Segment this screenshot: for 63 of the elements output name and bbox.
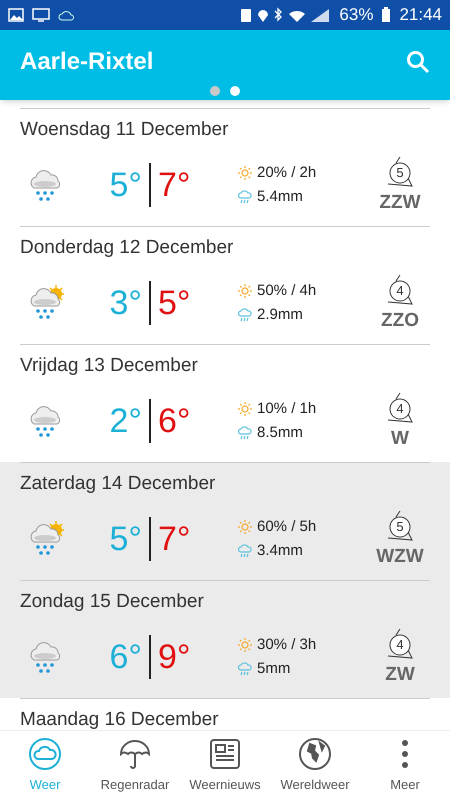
sun-icon bbox=[238, 520, 252, 534]
sun-icon bbox=[238, 402, 252, 416]
rain-icon bbox=[238, 190, 252, 204]
precipitation-text: 5.4mm bbox=[257, 187, 303, 207]
wind-direction: W bbox=[391, 428, 409, 450]
newspaper-icon bbox=[208, 736, 242, 771]
nav-tab[interactable]: Regenradar bbox=[90, 736, 180, 794]
sunshine-text: 60% / 5h bbox=[257, 516, 316, 536]
search-icon[interactable] bbox=[406, 50, 430, 74]
bluetooth-icon bbox=[274, 7, 282, 22]
location-title: Aarle-Rixtel bbox=[20, 47, 154, 77]
max-temperature: 7° bbox=[158, 518, 191, 560]
location-icon bbox=[258, 10, 268, 22]
wind-direction: ZW bbox=[385, 664, 415, 686]
day-date: Donderdag 12 December bbox=[20, 236, 234, 260]
image-icon bbox=[8, 8, 24, 22]
min-temperature: 3° bbox=[108, 282, 142, 324]
precipitation-text: 3.4mm bbox=[257, 541, 303, 561]
sunshine-text: 20% / 2h bbox=[257, 162, 316, 182]
max-temperature: 6° bbox=[158, 400, 191, 442]
battery-saver-icon bbox=[241, 9, 252, 22]
day-date: Zondag 15 December bbox=[20, 590, 205, 614]
max-temperature: 9° bbox=[158, 636, 191, 678]
min-temperature: 5° bbox=[108, 518, 142, 560]
day-row[interactable]: Zaterdag 14 December 5° 7° 60% / 5h 3.4mm 5 WZW bbox=[0, 462, 450, 580]
nav-tab[interactable]: Wereldweer bbox=[270, 736, 360, 794]
nav-tab[interactable]: Weernieuws bbox=[180, 736, 270, 794]
rain-icon bbox=[238, 544, 252, 558]
precipitation-text: 2.9mm bbox=[257, 305, 303, 325]
wifi-icon bbox=[289, 10, 306, 22]
sun-icon bbox=[238, 638, 252, 652]
max-temperature: 7° bbox=[158, 164, 191, 206]
sunshine-text: 10% / 1h bbox=[257, 398, 316, 418]
weather-icon bbox=[28, 736, 62, 771]
wind-direction: WZW bbox=[376, 546, 424, 568]
battery-icon bbox=[381, 7, 392, 23]
precipitation-text: 5mm bbox=[257, 659, 290, 679]
day-date: Vrijdag 13 December bbox=[20, 354, 199, 378]
day-date: Woensdag 11 December bbox=[20, 118, 230, 142]
globe-icon bbox=[298, 736, 332, 771]
nav-tab[interactable]: Meer bbox=[360, 736, 450, 794]
day-date: Maandag 16 December bbox=[20, 708, 220, 730]
sun-icon bbox=[238, 166, 252, 180]
sunshine-text: 50% / 4h bbox=[257, 280, 316, 300]
rain-icon bbox=[238, 426, 252, 440]
rain-icon bbox=[238, 662, 252, 676]
battery-percent: 63% bbox=[339, 4, 374, 26]
max-temperature: 5° bbox=[158, 282, 191, 324]
min-temperature: 6° bbox=[108, 636, 142, 678]
day-date: Zaterdag 14 December bbox=[20, 472, 216, 496]
rain-icon bbox=[238, 308, 252, 322]
sun-icon bbox=[238, 284, 252, 298]
day-row[interactable]: Zondag 15 December 6° 9° 30% / 3h 5mm 4 ZW bbox=[0, 580, 450, 698]
wind-direction: ZZO bbox=[381, 310, 419, 332]
min-temperature: 2° bbox=[108, 400, 142, 442]
cloud-icon bbox=[58, 9, 74, 21]
min-temperature: 5° bbox=[108, 164, 142, 206]
signal-icon bbox=[311, 9, 330, 22]
wind-direction: ZZW bbox=[379, 192, 421, 214]
sunshine-text: 30% / 3h bbox=[257, 634, 316, 654]
precipitation-text: 8.5mm bbox=[257, 423, 303, 443]
clock: 21:44 bbox=[399, 4, 442, 26]
monitor-icon bbox=[32, 8, 50, 22]
